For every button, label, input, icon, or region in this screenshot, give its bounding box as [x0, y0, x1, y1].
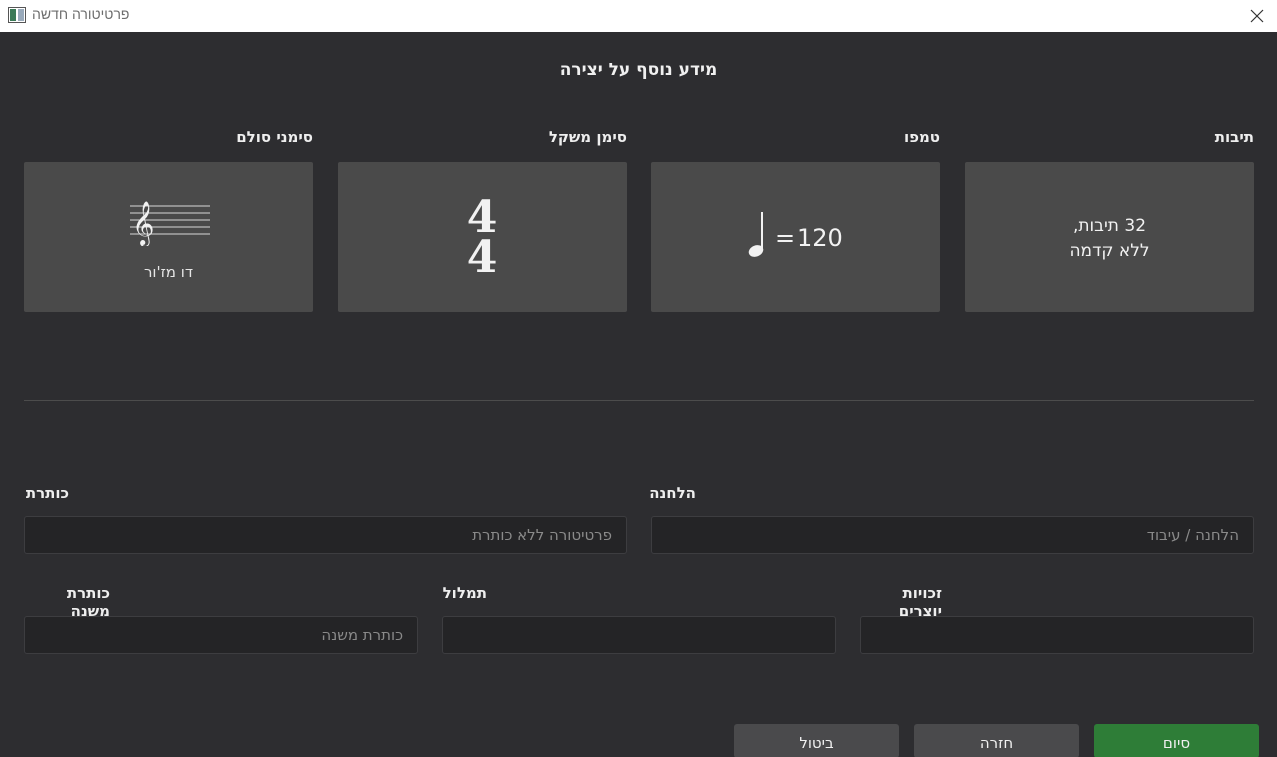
treble-clef-staff-icon: 𝄞: [130, 201, 210, 246]
tempo-value: 120: [797, 224, 843, 252]
copyright-field[interactable]: [860, 616, 1254, 654]
tempo-equals: =: [775, 224, 796, 252]
window-title: פרטיטורה חדשה: [32, 6, 130, 22]
section-divider: [24, 400, 1254, 401]
composer-field[interactable]: [651, 516, 1254, 554]
time-signature-denominator: 4: [467, 232, 498, 276]
tempo-card[interactable]: = 120: [651, 162, 940, 312]
title-field[interactable]: [24, 516, 627, 554]
measures-card[interactable]: 32 תיבות, ללא קדמה: [965, 162, 1254, 312]
composer-label: הלחנה: [649, 484, 696, 502]
close-icon[interactable]: [1245, 4, 1269, 28]
title-bar: פרטיטורה חדשה: [0, 0, 1277, 32]
title-label: כותרת: [25, 484, 69, 502]
lyricist-label: תמלול: [442, 584, 487, 602]
measures-count-text: 32 תיבות,: [1072, 216, 1147, 236]
key-name: דו מז'ור: [143, 263, 194, 281]
measures-summary: 32 תיבות, ללא קדמה: [965, 214, 1254, 264]
page-title: מידע נוסף על יצירה: [559, 60, 718, 80]
subtitle-field[interactable]: [24, 616, 418, 654]
subtitle-label: כותרת משנה: [66, 584, 110, 620]
time-signature-glyph: 4 4: [467, 196, 498, 276]
finish-button[interactable]: סיום: [1094, 724, 1259, 757]
measures-label: תיבות: [1214, 128, 1254, 146]
svg-text:𝄞: 𝄞: [132, 201, 154, 246]
tempo-display: = 120: [747, 210, 857, 260]
cancel-button[interactable]: ביטול: [734, 724, 899, 757]
key-signature-label: סימני סולם: [236, 128, 313, 146]
app-window-icon: [8, 7, 26, 23]
pickup-text: ללא קדמה: [1069, 241, 1150, 261]
copyright-label: זכויות יוצרים: [898, 584, 942, 620]
new-score-dialog: מידע נוסף על יצירה תיבות טמפו סימן משקל …: [0, 32, 1277, 757]
quarter-note-icon: [748, 212, 764, 257]
key-signature-card[interactable]: 𝄞 דו מז'ור: [24, 162, 313, 312]
lyricist-field[interactable]: [442, 616, 836, 654]
tempo-label: טמפו: [903, 128, 940, 146]
back-button[interactable]: חזרה: [914, 724, 1079, 757]
time-signature-label: סימן משקל: [548, 128, 627, 146]
time-signature-card[interactable]: 4 4: [338, 162, 627, 312]
